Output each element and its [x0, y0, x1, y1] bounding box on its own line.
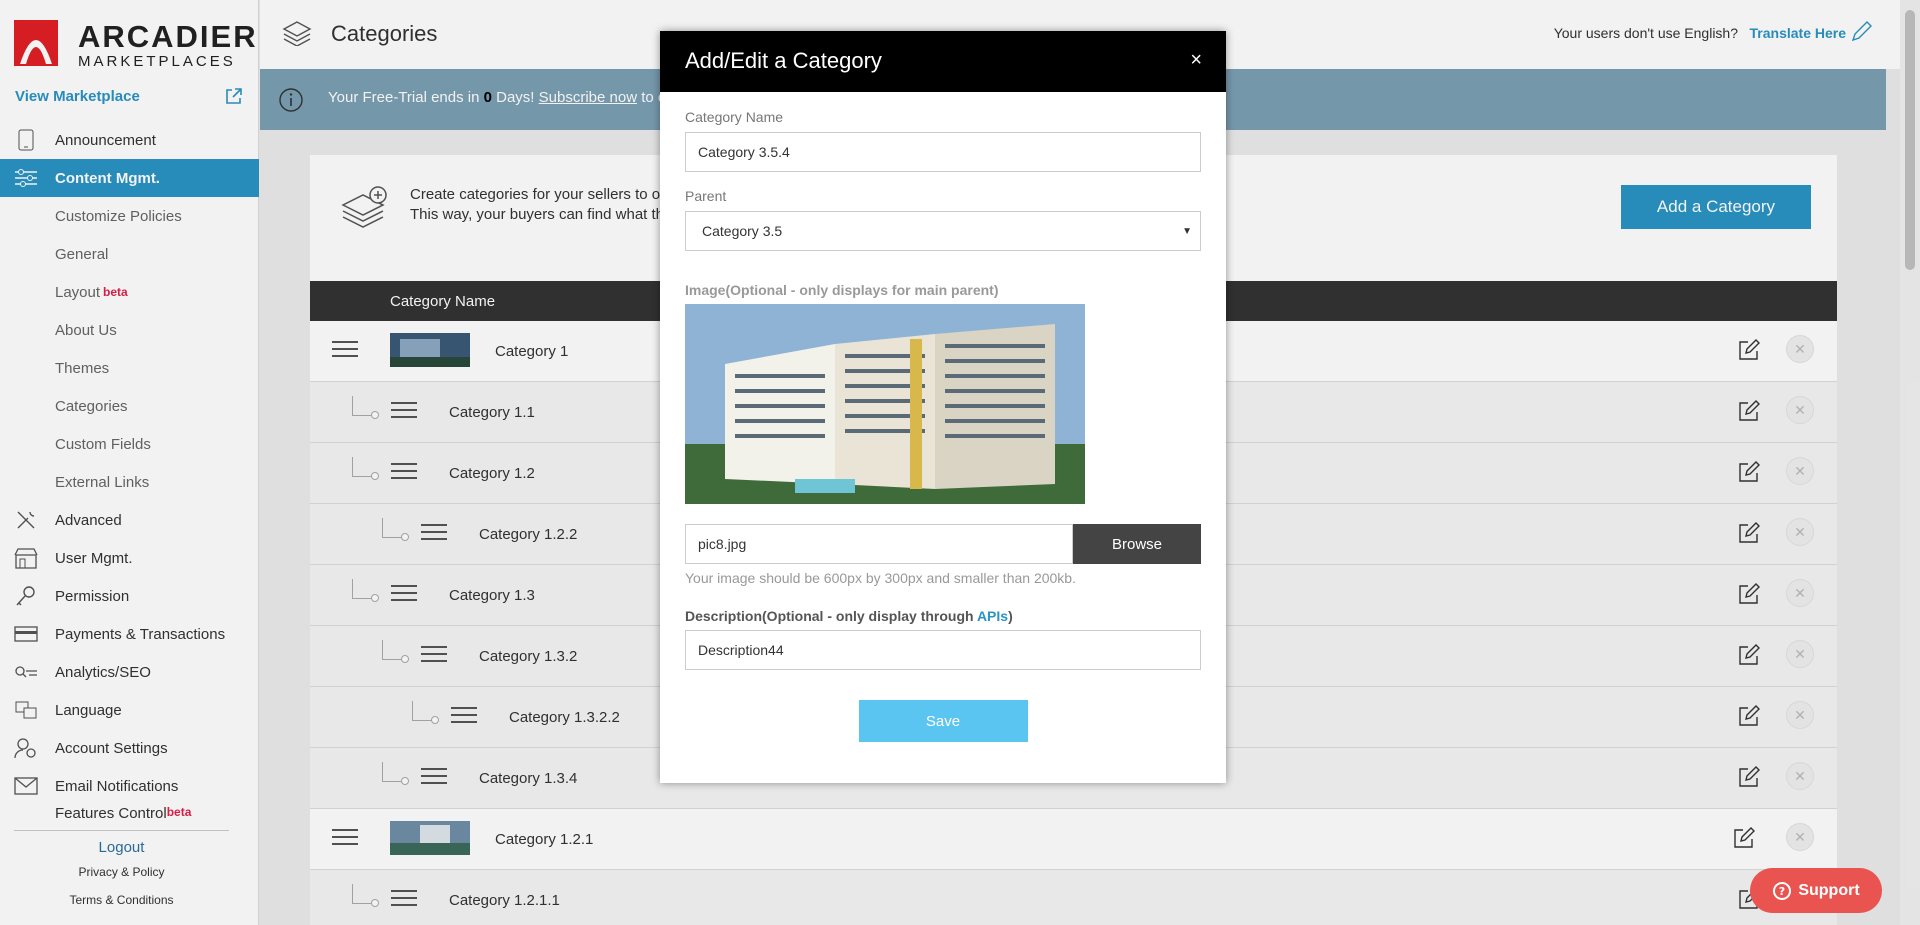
edit-category-modal: Add/Edit a Category × Category Name Cate… — [660, 31, 1226, 783]
save-button[interactable]: Save — [858, 700, 1028, 742]
chevron-down-icon: ▼ — [1182, 226, 1192, 237]
apis-link[interactable]: APIs — [977, 608, 1008, 624]
description-input[interactable]: Description44 — [685, 630, 1201, 670]
parent-select[interactable]: Category 3.5 ▼ — [685, 211, 1201, 251]
modal-body: Category Name Category 3.5.4 Parent Cate… — [660, 109, 1226, 742]
modal-header: Add/Edit a Category × — [660, 31, 1226, 92]
description-label: Description(Optional - only display thro… — [685, 608, 1201, 624]
support-label: Support — [1798, 881, 1860, 899]
description-label-text: Description(Optional - only display thro… — [685, 608, 977, 624]
file-name-input[interactable]: pic8.jpg — [685, 524, 1073, 564]
browse-button[interactable]: Browse — [1073, 524, 1201, 564]
image-label: Image(Optional - only displays for main … — [685, 282, 999, 298]
parent-select-value: Category 3.5 — [702, 223, 783, 239]
modal-title: Add/Edit a Category — [685, 48, 882, 73]
support-button[interactable]: ? Support — [1750, 868, 1882, 913]
file-upload: pic8.jpg Browse — [685, 524, 1201, 564]
close-icon[interactable]: × — [1190, 49, 1202, 72]
help-icon: ? — [1773, 881, 1792, 900]
description-label-end: ) — [1008, 608, 1013, 624]
category-name-label: Category Name — [685, 109, 784, 125]
image-hint: Your image should be 600px by 300px and … — [685, 570, 1076, 586]
parent-label: Parent — [685, 188, 727, 204]
category-image-preview — [685, 304, 1085, 504]
category-name-input[interactable]: Category 3.5.4 — [685, 132, 1201, 172]
svg-text:?: ? — [1779, 885, 1785, 898]
